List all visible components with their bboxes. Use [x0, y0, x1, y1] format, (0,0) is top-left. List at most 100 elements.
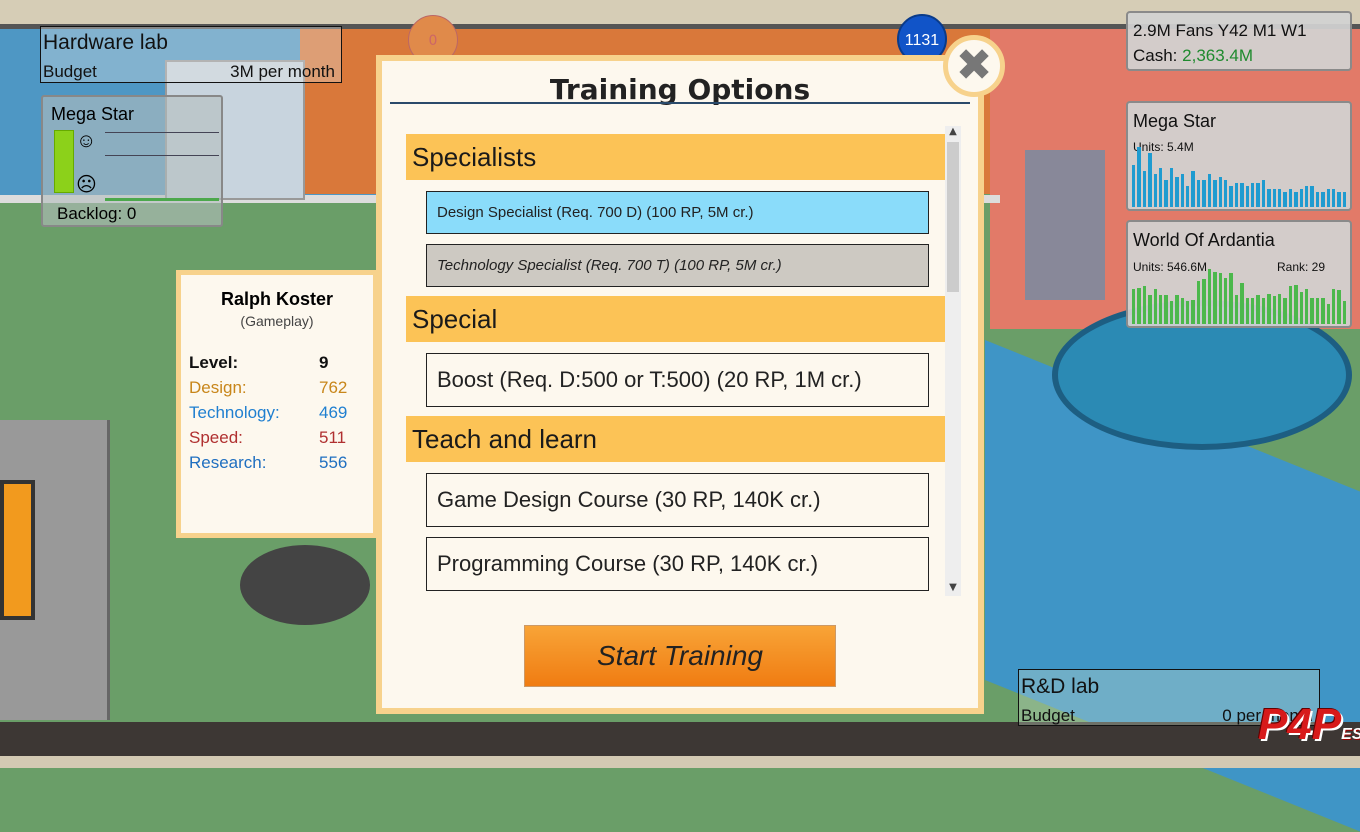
sales-bar: [1142, 286, 1147, 324]
section-header: Specialists: [406, 134, 949, 180]
project-progress-panel[interactable]: Mega Star ☺ ☹ Backlog: 0: [41, 95, 223, 227]
game-title: World Of Ardantia: [1133, 230, 1275, 250]
sales-bar-red-segment: [1256, 300, 1259, 324]
sales-bar-red-segment: [1246, 300, 1249, 324]
scroll-down-icon[interactable]: ▼: [945, 582, 961, 596]
sad-face-icon: ☹: [76, 174, 97, 196]
sales-bar: [1272, 189, 1276, 207]
employee-role: (Gameplay): [240, 313, 314, 329]
sales-bar: [1180, 297, 1185, 324]
section-header: Special: [406, 296, 949, 342]
sales-bar: [1234, 183, 1239, 207]
sales-bar-red-segment: [1154, 304, 1157, 324]
sales-bar: [1305, 186, 1309, 207]
sales-bar: [1202, 180, 1206, 207]
sales-bar-red-segment: [1337, 296, 1340, 324]
sales-bar-red-segment: [1251, 300, 1254, 324]
sales-bar-red-segment: [1283, 299, 1286, 325]
sales-bar: [1218, 177, 1222, 207]
sales-bar: [1191, 299, 1195, 324]
sales-bar-red-segment: [1273, 299, 1276, 324]
sales-bar: [1321, 297, 1325, 324]
sales-bar: [1213, 271, 1217, 324]
sales-bar: [1261, 297, 1266, 324]
sales-bar-red-segment: [1137, 304, 1140, 324]
sales-bar: [1294, 192, 1298, 207]
status-panel[interactable]: 2.9M Fans Y42 M1 W1 Cash: 2,363.4M: [1126, 11, 1352, 71]
start-training-button[interactable]: Start Training: [524, 625, 836, 687]
training-option[interactable]: Game Design Course (30 RP, 140K cr.): [426, 473, 929, 527]
scroll-thumb[interactable]: [947, 142, 959, 292]
sales-bar: [1288, 286, 1293, 325]
sales-bar: [1245, 297, 1249, 324]
sales-bar: [1132, 289, 1136, 324]
sales-bar: [1337, 192, 1341, 207]
sales-bar-red-segment: [1294, 298, 1297, 324]
sales-bar: [1223, 180, 1228, 207]
sales-bar-red-segment: [1208, 301, 1211, 324]
sales-bar: [1299, 292, 1303, 324]
training-options-dialog: Training Options Specialists Design Speci…: [376, 55, 984, 714]
sales-bar: [1240, 283, 1244, 324]
sales-bar: [1294, 284, 1298, 324]
sales-bar-red-segment: [1213, 301, 1216, 324]
game-sales-panel-world-of-ardantia[interactable]: World Of Ardantia Units: 546.6M Rank: 29: [1126, 220, 1352, 328]
training-option[interactable]: Technology Specialist (Req. 700 T) (100 …: [426, 244, 929, 287]
training-option[interactable]: Programming Course (30 RP, 140K cr.): [426, 537, 929, 591]
hardware-lab-panel[interactable]: Hardware lab Budget 3M per month: [40, 26, 342, 83]
sales-bar: [1326, 189, 1331, 207]
sales-bar: [1169, 300, 1174, 324]
sales-bar: [1196, 280, 1201, 324]
sales-bar-red-segment: [1316, 298, 1319, 324]
cash-value: 2,363.4M: [1182, 46, 1254, 65]
sales-bar-red-segment: [1186, 302, 1189, 324]
sales-bar-red-segment: [1224, 301, 1227, 324]
sales-bar: [1191, 171, 1195, 207]
budget-label: Budget: [43, 62, 97, 81]
stat-label: Technology:: [189, 403, 280, 422]
sales-bar-red-segment: [1148, 304, 1151, 324]
sales-bar: [1169, 168, 1174, 207]
sales-bar: [1326, 303, 1331, 324]
watermark-logo: P4PES: [1258, 700, 1360, 749]
sales-chart: [1132, 266, 1347, 325]
sales-bar: [1159, 168, 1163, 207]
game-sales-panel-mega-star[interactable]: Mega Star Units: 5.4M: [1126, 101, 1352, 211]
sales-bar-red-segment: [1327, 304, 1330, 324]
sales-bar-red-segment: [1332, 296, 1335, 324]
sales-bar: [1250, 183, 1255, 207]
stat-label: Speed:: [189, 428, 243, 447]
sales-bar: [1148, 295, 1152, 324]
stat-value: 9: [319, 353, 329, 372]
sales-bar: [1250, 297, 1255, 324]
sales-bar-red-segment: [1219, 301, 1222, 324]
sales-bar: [1202, 278, 1206, 324]
sales-bar: [1196, 180, 1201, 207]
sales-bar: [1218, 272, 1222, 324]
sales-bar: [1137, 288, 1141, 324]
game-title: Mega Star: [1133, 111, 1217, 131]
stat-value: 556: [319, 453, 348, 472]
sales-bar: [1175, 295, 1179, 324]
sales-bar: [1283, 192, 1287, 207]
sales-bar: [1267, 189, 1271, 207]
sales-bar: [1223, 277, 1228, 324]
sales-bar: [1180, 174, 1185, 207]
sales-chart: [1132, 147, 1347, 207]
sales-bar: [1299, 189, 1303, 207]
scroll-up-icon[interactable]: ▲: [945, 126, 961, 140]
sales-bar-red-segment: [1289, 299, 1292, 325]
employee-stats-card: Ralph Koster (Gameplay) Level: 9 Design: 76…: [176, 270, 378, 538]
sales-bar: [1186, 300, 1190, 324]
lab-title: R&D lab: [1021, 675, 1100, 698]
scrollbar[interactable]: ▲ ▼: [945, 126, 961, 596]
section-header: Teach and learn: [406, 416, 949, 462]
sales-bar: [1315, 192, 1320, 207]
training-option[interactable]: Boost (Req. D:500 or T:500) (20 RP, 1M c…: [426, 353, 929, 407]
sales-bar: [1337, 290, 1341, 324]
stat-value: 469: [319, 403, 348, 422]
training-option[interactable]: Design Specialist (Req. 700 D) (100 RP, …: [426, 191, 929, 234]
budget-label: Budget: [1021, 706, 1075, 725]
close-x-icon[interactable]: ✖: [943, 35, 1005, 97]
project-title: Mega Star: [51, 104, 135, 124]
